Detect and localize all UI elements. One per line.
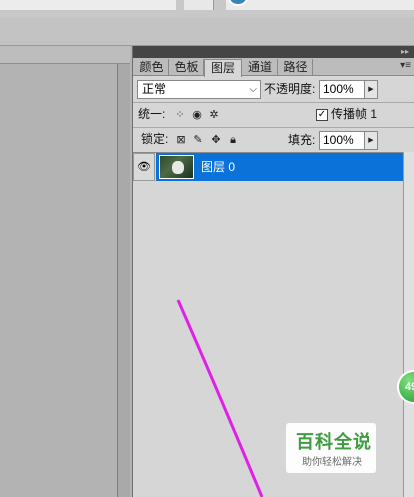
opacity-slider-arrow[interactable]: ▶	[364, 80, 378, 99]
lock-all-icon[interactable]: 🔒︎	[226, 133, 240, 147]
toolbar-segment	[0, 0, 176, 10]
propagate-checkbox[interactable]: ✓	[316, 109, 328, 121]
unify-style-icon[interactable]: ✲	[207, 108, 221, 122]
lock-row: 锁定: ⊠ ✎ ✥ 🔒︎ 填充: 100% ▶	[133, 128, 414, 152]
fill-label: 填充:	[288, 133, 316, 147]
layer-row[interactable]: 👁︎ 图层 0	[133, 153, 403, 181]
fill-slider-arrow[interactable]: ▶	[364, 131, 378, 150]
toolbar-button[interactable]	[184, 0, 214, 10]
visibility-eye-icon[interactable]: 👁︎	[133, 153, 155, 181]
panel-tabs: 颜色 色板 图层 通道 路径 ▾≡	[133, 58, 414, 77]
collapse-icon[interactable]: ▸▸	[401, 48, 409, 56]
watermark-logo: 百科全说 助你轻松解决	[286, 423, 376, 473]
unify-visibility-icon[interactable]: ◉	[190, 108, 204, 122]
watermark-subtitle: 助你轻松解决	[302, 457, 362, 468]
unify-label: 统一:	[138, 107, 166, 121]
tab-swatches[interactable]: 色板	[170, 59, 204, 76]
rabbit-image	[172, 161, 184, 174]
lock-brush-icon[interactable]: ✎	[191, 133, 205, 147]
panel-title-bar[interactable]: ▸▸	[133, 46, 414, 58]
layer-list-scrollbar[interactable]	[403, 152, 414, 497]
tab-paths[interactable]: 路径	[279, 59, 313, 76]
opacity-label: 不透明度:	[264, 82, 316, 96]
panel-menu-icon[interactable]: ▾≡	[400, 60, 411, 71]
blend-mode-value: 正常	[142, 82, 167, 96]
propagate-label: 传播帧 1	[331, 107, 378, 121]
lock-transparency-icon[interactable]: ⊠	[174, 133, 188, 147]
document-canvas[interactable]	[0, 64, 118, 497]
layer-selection[interactable]: 图层 0	[156, 153, 403, 181]
unify-position-icon[interactable]: ⁘	[173, 108, 187, 122]
blend-mode-select[interactable]: 正常 ⌵	[137, 80, 261, 99]
tab-channels[interactable]: 通道	[243, 59, 278, 76]
fill-input[interactable]: 100%	[319, 131, 365, 150]
unify-row: 统一: ⁘ ◉ ✲ ✓ 传播帧 1	[133, 103, 414, 127]
blend-row: 正常 ⌵ 不透明度: 100% ▶	[133, 77, 414, 102]
opacity-input[interactable]: 100%	[319, 80, 365, 99]
layer-name: 图层 0	[201, 160, 236, 174]
tab-color[interactable]: 颜色	[135, 59, 169, 76]
options-bar	[0, 18, 414, 46]
layer-thumbnail	[159, 155, 194, 179]
toolbar-segment	[226, 0, 414, 10]
tab-layers[interactable]: 图层	[204, 59, 242, 77]
document-tab-bar	[0, 46, 130, 64]
lock-move-icon[interactable]: ✥	[209, 133, 223, 147]
lock-label: 锁定:	[141, 132, 169, 146]
document-area	[0, 46, 130, 497]
top-toolbar	[0, 0, 414, 18]
watermark-title: 百科全说	[296, 432, 372, 452]
chevron-down-icon: ⌵	[249, 84, 257, 95]
